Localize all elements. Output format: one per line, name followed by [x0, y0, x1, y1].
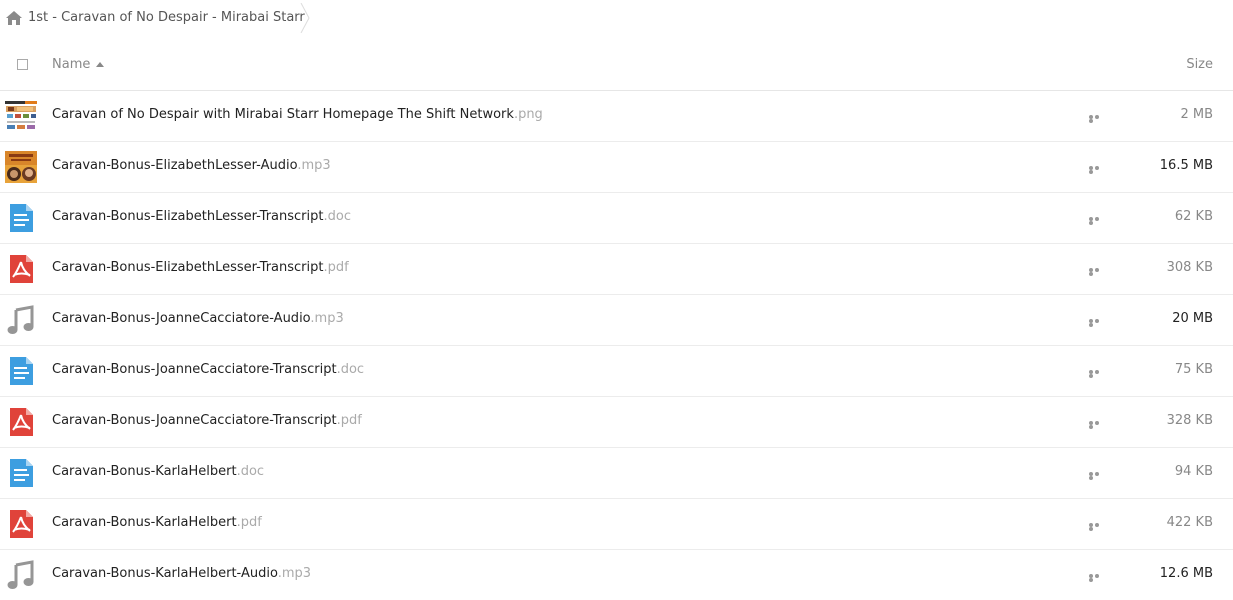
file-size: 94 KB: [1174, 464, 1213, 479]
file-name[interactable]: Caravan-Bonus-KarlaHelbert-Audio.mp3: [52, 566, 311, 581]
file-row[interactable]: Caravan-Bonus-KarlaHelbert-Audio.mp3 12.…: [0, 550, 1233, 600]
image-thumbnail-icon: [5, 100, 37, 132]
file-name[interactable]: Caravan-Bonus-ElizabethLesser-Audio.mp3: [52, 158, 331, 173]
pdf-icon: [10, 255, 33, 283]
document-icon: [10, 357, 33, 385]
file-list-header: Name Size: [0, 36, 1233, 91]
document-icon: [10, 459, 33, 487]
album-art-thumbnail-icon: [5, 151, 37, 183]
file-name[interactable]: Caravan-Bonus-ElizabethLesser-Transcript…: [52, 209, 351, 224]
more-options-icon[interactable]: [1089, 319, 1105, 327]
file-name[interactable]: Caravan-Bonus-KarlaHelbert.doc: [52, 464, 264, 479]
file-list: Caravan of No Despair with Mirabai Starr…: [0, 91, 1233, 600]
more-options-icon[interactable]: [1089, 523, 1105, 531]
select-all-checkbox[interactable]: [17, 59, 28, 70]
name-column-header[interactable]: Name: [52, 57, 90, 72]
more-options-icon[interactable]: [1089, 421, 1105, 429]
file-name[interactable]: Caravan-Bonus-JoanneCacciatore-Transcrip…: [52, 413, 362, 428]
file-size: 12.6 MB: [1159, 566, 1213, 581]
file-row[interactable]: Caravan-Bonus-JoanneCacciatore-Transcrip…: [0, 346, 1233, 397]
more-options-icon[interactable]: [1089, 472, 1105, 480]
file-row[interactable]: Caravan-Bonus-JoanneCacciatore-Transcrip…: [0, 397, 1233, 448]
file-row[interactable]: Caravan-Bonus-KarlaHelbert.doc 94 KB: [0, 448, 1233, 499]
home-icon[interactable]: [6, 11, 22, 25]
file-size: 62 KB: [1174, 209, 1213, 224]
file-size: 2 MB: [1180, 107, 1213, 122]
file-name[interactable]: Caravan-Bonus-JoanneCacciatore-Audio.mp3: [52, 311, 344, 326]
file-size: 422 KB: [1166, 515, 1213, 530]
pdf-icon: [10, 408, 33, 436]
file-row[interactable]: Caravan-Bonus-JoanneCacciatore-Audio.mp3…: [0, 295, 1233, 346]
file-row[interactable]: Caravan-Bonus-KarlaHelbert.pdf 422 KB: [0, 499, 1233, 550]
document-icon: [10, 204, 33, 232]
more-options-icon[interactable]: [1089, 370, 1105, 378]
file-size: 16.5 MB: [1159, 158, 1213, 173]
breadcrumb-folder[interactable]: 1st - Caravan of No Despair - Mirabai St…: [28, 10, 305, 25]
more-options-icon[interactable]: [1089, 268, 1105, 276]
more-options-icon[interactable]: [1089, 166, 1105, 174]
file-size: 328 KB: [1166, 413, 1213, 428]
file-row[interactable]: Caravan-Bonus-ElizabethLesser-Transcript…: [0, 193, 1233, 244]
music-note-icon: [7, 560, 34, 589]
file-row[interactable]: Caravan-Bonus-ElizabethLesser-Transcript…: [0, 244, 1233, 295]
breadcrumb: 1st - Caravan of No Despair - Mirabai St…: [0, 0, 1233, 36]
file-size: 308 KB: [1166, 260, 1213, 275]
more-options-icon[interactable]: [1089, 217, 1105, 225]
file-size: 20 MB: [1172, 311, 1213, 326]
file-row[interactable]: Caravan-Bonus-ElizabethLesser-Audio.mp3 …: [0, 142, 1233, 193]
more-options-icon[interactable]: [1089, 115, 1105, 123]
file-size: 75 KB: [1174, 362, 1213, 377]
music-note-icon: [7, 305, 34, 334]
breadcrumb-separator-icon: [300, 3, 310, 33]
file-row[interactable]: Caravan of No Despair with Mirabai Starr…: [0, 91, 1233, 142]
size-column-header[interactable]: Size: [1186, 57, 1213, 72]
more-options-icon[interactable]: [1089, 574, 1105, 582]
sort-ascending-icon[interactable]: [96, 62, 104, 67]
file-name[interactable]: Caravan-Bonus-ElizabethLesser-Transcript…: [52, 260, 349, 275]
file-name[interactable]: Caravan-Bonus-JoanneCacciatore-Transcrip…: [52, 362, 364, 377]
file-name[interactable]: Caravan-Bonus-KarlaHelbert.pdf: [52, 515, 262, 530]
file-name[interactable]: Caravan of No Despair with Mirabai Starr…: [52, 107, 543, 122]
pdf-icon: [10, 510, 33, 538]
